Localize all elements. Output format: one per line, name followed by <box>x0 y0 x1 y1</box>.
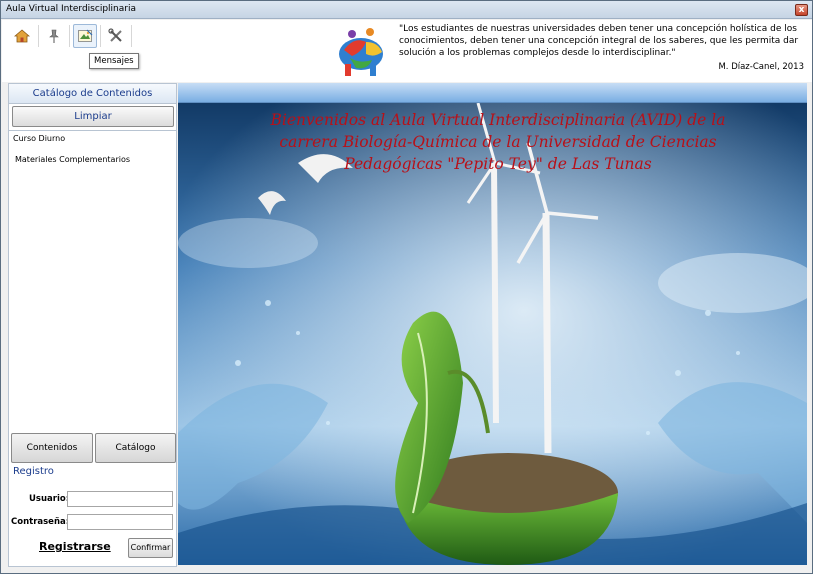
tree-item-curso-diurno[interactable]: Curso Diurno <box>13 134 65 143</box>
login-section-title: Registro <box>13 466 54 477</box>
user-field[interactable] <box>67 491 173 507</box>
toolbar: Mensajes "Los estudiantes de nuestras un… <box>2 20 812 82</box>
content-header-band <box>178 83 807 103</box>
welcome-message: Bienvenidos al Aula Virtual Interdiscipl… <box>268 109 728 175</box>
home-icon <box>14 29 30 43</box>
tools-button[interactable] <box>104 24 128 48</box>
password-field[interactable] <box>67 514 173 530</box>
tree-item-materiales[interactable]: Materiales Complementarios <box>15 155 130 164</box>
message-icon <box>78 29 93 42</box>
header-quote: "Los estudiantes de nuestras universidad… <box>399 24 799 58</box>
avid-logo <box>339 28 383 76</box>
tools-icon <box>108 28 122 42</box>
password-label: Contraseña: <box>11 517 70 527</box>
clear-button[interactable]: Limpiar <box>12 106 174 127</box>
window-title: Aula Virtual Interdisciplinaria <box>6 4 136 14</box>
content-tree: Curso Diurno Materiales Complementarios <box>9 130 176 432</box>
toolbar-separator <box>69 25 70 47</box>
sidebar: Catálogo de Contenidos Limpiar Curso Diu… <box>8 83 177 567</box>
tab-catalogo[interactable]: Catálogo <box>95 433 176 463</box>
toolbar-separator <box>38 25 39 47</box>
title-bar: Aula Virtual Interdisciplinaria x <box>1 1 812 19</box>
welcome-line: carrera Biología-Química de la Universid… <box>279 133 717 151</box>
sidebar-tabs: Contenidos Catálogo <box>10 433 176 463</box>
close-button[interactable]: x <box>795 4 808 16</box>
pin-icon <box>49 29 59 43</box>
register-link[interactable]: Registrarse <box>39 540 111 553</box>
home-button[interactable] <box>10 24 34 48</box>
confirm-button[interactable]: Confirmar <box>128 538 173 558</box>
toolbar-separator <box>131 25 132 47</box>
messages-button[interactable] <box>73 24 97 48</box>
toolbar-separator <box>100 25 101 47</box>
welcome-banner: Bienvenidos al Aula Virtual Interdiscipl… <box>178 103 807 565</box>
quote-author: M. Díaz-Canel, 2013 <box>718 62 804 72</box>
pin-button[interactable] <box>42 24 66 48</box>
welcome-line: Pedagógicas "Pepito Tey" de Las Tunas <box>344 155 652 173</box>
app-window: Aula Virtual Interdisciplinaria x Mensaj… <box>0 0 813 574</box>
tooltip: Mensajes <box>89 53 139 69</box>
tab-contenidos[interactable]: Contenidos <box>11 433 93 463</box>
user-label: Usuario: <box>29 494 70 504</box>
sidebar-title: Catálogo de Contenidos <box>9 84 176 104</box>
welcome-line: Bienvenidos al Aula Virtual Interdiscipl… <box>270 111 726 129</box>
